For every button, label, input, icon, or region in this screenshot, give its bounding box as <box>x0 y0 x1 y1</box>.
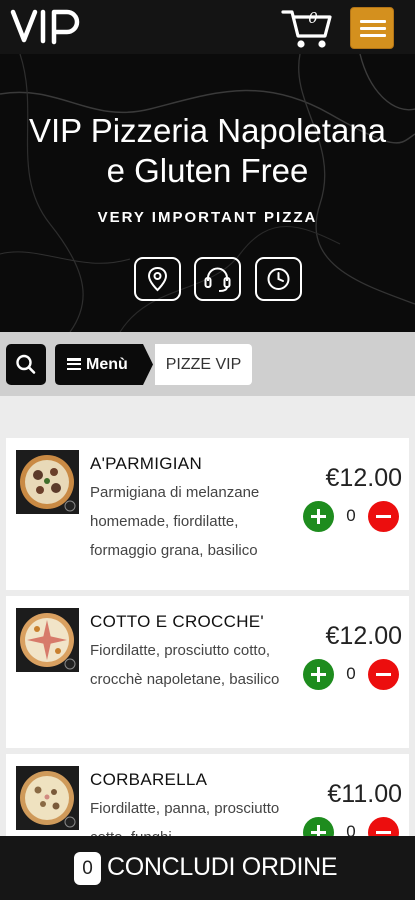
product-image <box>16 450 79 514</box>
product-description: Parmigiana di melanzane homemade, fiordi… <box>90 484 260 559</box>
add-button[interactable] <box>303 659 334 690</box>
product-card[interactable]: A'PARMIGIAN Parmigiana di melanzane home… <box>6 438 409 590</box>
product-price: €12.00 <box>325 464 402 492</box>
cart-count: 0 <box>308 9 318 27</box>
product-description: Fiordilatte, prosciutto cotto, crocchè n… <box>90 642 280 688</box>
location-pin-icon <box>147 266 168 292</box>
add-button[interactable] <box>303 817 334 836</box>
quantity: 0 <box>346 506 356 525</box>
hero-banner: VIP Pizzeria Napoletana e Gluten Free VE… <box>0 54 415 332</box>
product-image <box>16 608 79 672</box>
restaurant-tagline: VERY IMPORTANT PIZZA <box>97 209 318 226</box>
product-name: A'PARMIGIAN <box>90 454 203 473</box>
pizza-image-corbarella <box>16 766 79 830</box>
remove-button[interactable] <box>368 501 399 532</box>
headset-icon <box>204 267 231 292</box>
location-button[interactable] <box>134 257 181 301</box>
product-price: €11.00 <box>327 780 402 808</box>
top-bar: 0 <box>0 0 415 54</box>
vip-logo-graphic <box>10 9 80 45</box>
product-price: €12.00 <box>325 622 402 650</box>
breadcrumb-menu-label: Menù <box>86 356 128 373</box>
pizza-image-cotto-e-crocche <box>16 608 79 672</box>
checkout-label: CONCLUDI ORDINE <box>107 853 338 881</box>
list-icon <box>67 358 81 371</box>
product-name: CORBARELLA <box>90 770 208 789</box>
search-icon <box>16 354 36 374</box>
breadcrumb-menu[interactable]: Menù <box>55 344 153 385</box>
title-line-2: e Gluten Free <box>106 152 309 189</box>
product-list: A'PARMIGIAN Parmigiana di melanzane home… <box>0 396 415 836</box>
pizza-image-parmigian <box>16 450 79 514</box>
product-card[interactable]: CORBARELLA Fiordilatte, panna, prosciutt… <box>6 754 409 836</box>
add-button[interactable] <box>303 501 334 532</box>
title-line-1: VIP Pizzeria Napoletana <box>28 112 387 149</box>
order-count-badge: 0 <box>74 852 101 885</box>
hamburger-line <box>360 27 386 30</box>
hamburger-line <box>360 34 386 37</box>
quantity: 0 <box>346 822 356 836</box>
checkout-bar[interactable]: 0 CONCLUDI ORDINE <box>0 836 415 900</box>
vip-logo[interactable] <box>10 6 84 48</box>
hours-button[interactable] <box>255 257 302 301</box>
product-image <box>16 766 79 830</box>
hamburger-line <box>360 20 386 23</box>
hamburger-menu-button[interactable] <box>350 7 394 49</box>
breadcrumb-current: PIZZE VIP <box>155 344 252 385</box>
contact-button[interactable] <box>194 257 241 301</box>
quantity: 0 <box>346 664 356 683</box>
remove-button[interactable] <box>368 659 399 690</box>
breadcrumb: Menù PIZZE VIP <box>0 332 415 396</box>
product-card[interactable]: COTTO E CROCCHE' Fiordilatte, prosciutto… <box>6 596 409 748</box>
product-description: Fiordilatte, panna, prosciutto cotto, fu… <box>90 800 280 836</box>
search-button[interactable] <box>6 344 46 385</box>
restaurant-title: VIP Pizzeria Napoletana e Gluten Free <box>0 111 415 191</box>
remove-button[interactable] <box>368 817 399 836</box>
clock-icon <box>267 268 290 290</box>
product-name: COTTO E CROCCHE' <box>90 612 264 631</box>
